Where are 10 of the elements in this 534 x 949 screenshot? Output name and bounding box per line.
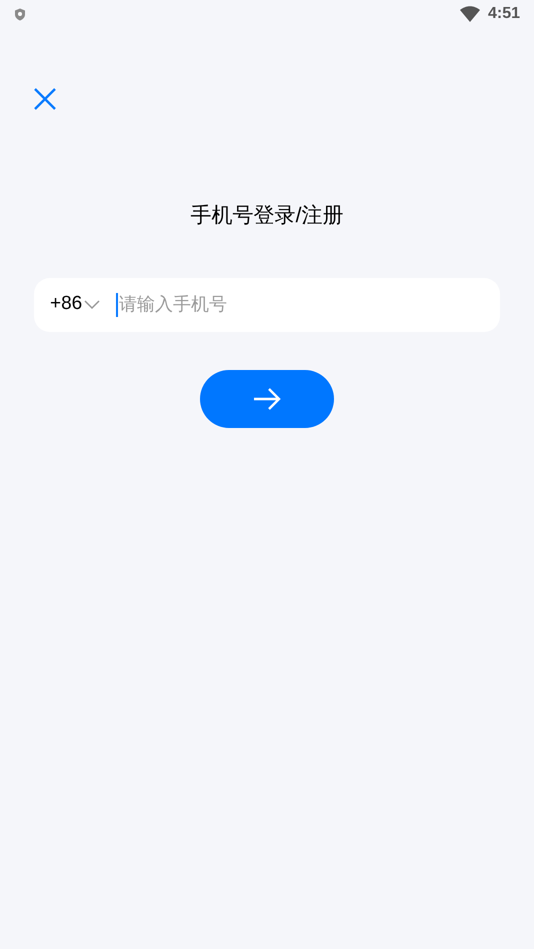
page-title: 手机号登录/注册 bbox=[190, 203, 344, 229]
country-code-dropdown[interactable]: +86 bbox=[50, 290, 100, 319]
close-button[interactable] bbox=[32, 86, 58, 112]
shield-icon bbox=[14, 8, 26, 20]
chevron-down-icon bbox=[84, 300, 100, 310]
wifi-icon bbox=[460, 6, 480, 22]
status-time: 4:51 bbox=[488, 4, 520, 24]
arrow-right-icon bbox=[252, 386, 282, 410]
phone-input[interactable]: 请输入手机号 bbox=[119, 291, 500, 318]
phone-field[interactable]: +86 请输入手机号 bbox=[34, 278, 500, 332]
